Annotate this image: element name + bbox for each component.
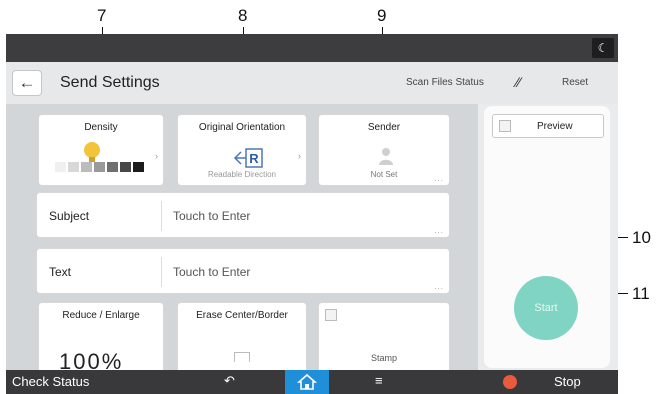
chevron-right-icon: › bbox=[155, 151, 158, 161]
lightbulb-icon bbox=[84, 142, 100, 158]
stamp-checkbox[interactable] bbox=[325, 309, 337, 321]
divider bbox=[161, 201, 162, 231]
energy-saver-moon-icon[interactable]: ☾ bbox=[592, 38, 614, 58]
text-field[interactable]: Text Touch to Enter ... bbox=[36, 248, 450, 294]
home-button[interactable] bbox=[285, 370, 329, 394]
density-step bbox=[120, 162, 131, 172]
scan-files-status-link[interactable]: Scan Files Status bbox=[406, 77, 484, 88]
callout-8: 8 bbox=[238, 6, 248, 25]
subject-input[interactable]: Touch to Enter bbox=[173, 209, 250, 223]
density-label: Density bbox=[84, 122, 118, 133]
callout-10: 10 bbox=[632, 228, 651, 247]
subject-field[interactable]: Subject Touch to Enter ... bbox=[36, 192, 450, 238]
density-step bbox=[68, 162, 79, 172]
orientation-value: Readable Direction bbox=[207, 170, 277, 179]
more-dots-icon: ... bbox=[434, 174, 444, 183]
text-input[interactable]: Touch to Enter bbox=[173, 265, 250, 279]
reduce-enlarge-tile[interactable]: Reduce / Enlarge 100% bbox=[38, 302, 164, 374]
callout-9: 9 bbox=[377, 6, 387, 25]
original-orientation-tile[interactable]: Original Orientation R Readable Directio… bbox=[177, 114, 307, 186]
stamp-tile[interactable]: Stamp bbox=[318, 302, 450, 374]
sender-label: Sender bbox=[367, 122, 401, 133]
home-icon bbox=[296, 373, 318, 390]
menu-icon[interactable]: ≡ bbox=[375, 373, 383, 388]
bottom-bar: Check Status ↶ ≡ Stop bbox=[6, 370, 618, 394]
sender-value: Not Set bbox=[370, 170, 398, 179]
page-title: Send Settings bbox=[60, 74, 160, 91]
more-dots-icon: ... bbox=[434, 226, 444, 235]
erase-icon bbox=[234, 352, 250, 362]
divider bbox=[161, 257, 162, 287]
sender-tile[interactable]: Sender Not Set ... bbox=[318, 114, 450, 186]
device-screen: ☾ ← Send Settings Scan Files Status ⁄⁄ R… bbox=[6, 34, 618, 394]
svg-text:R: R bbox=[249, 151, 259, 166]
start-panel: Preview Start bbox=[484, 106, 610, 368]
callout-11: 11 bbox=[632, 284, 650, 303]
preview-toggle[interactable]: Preview bbox=[492, 114, 604, 138]
reduce-enlarge-label: Reduce / Enlarge bbox=[62, 310, 140, 321]
system-top-bar: ☾ bbox=[6, 34, 618, 62]
header-bar: ← Send Settings Scan Files Status ⁄⁄ Res… bbox=[6, 62, 618, 104]
start-button[interactable]: Start bbox=[514, 276, 578, 340]
callout-7: 7 bbox=[97, 6, 107, 25]
preview-label: Preview bbox=[537, 121, 573, 132]
chevron-right-icon: › bbox=[298, 151, 301, 161]
original-orientation-label: Original Orientation bbox=[198, 122, 286, 133]
density-tile[interactable]: Density › bbox=[38, 114, 164, 186]
reset-button[interactable]: Reset bbox=[562, 77, 588, 88]
more-dots-icon: ... bbox=[434, 282, 444, 291]
stop-button[interactable]: Stop bbox=[554, 374, 581, 389]
density-step bbox=[94, 162, 105, 172]
density-step bbox=[107, 162, 118, 172]
stop-icon bbox=[503, 375, 517, 389]
preview-checkbox[interactable] bbox=[499, 120, 511, 132]
density-scale bbox=[55, 162, 146, 172]
subject-label: Subject bbox=[49, 209, 90, 223]
return-arrow-icon[interactable]: ↶ bbox=[224, 373, 235, 389]
erase-center-border-tile[interactable]: Erase Center/Border bbox=[177, 302, 307, 374]
density-step bbox=[81, 162, 92, 172]
back-arrow-button[interactable]: ← bbox=[12, 70, 42, 96]
right-panel: Preview Start bbox=[478, 104, 618, 370]
stamp-label: Stamp bbox=[370, 353, 397, 363]
text-label: Text bbox=[49, 265, 72, 279]
settings-content: Density › Original Orientation R Readabl… bbox=[6, 104, 478, 374]
reset-icon[interactable]: ⁄⁄ bbox=[516, 74, 521, 90]
person-icon bbox=[379, 148, 393, 165]
density-step bbox=[133, 162, 144, 172]
readable-direction-icon: R bbox=[233, 148, 263, 168]
density-step bbox=[55, 162, 66, 172]
erase-center-border-label: Erase Center/Border bbox=[196, 310, 288, 321]
check-status-button[interactable]: Check Status bbox=[12, 374, 89, 389]
